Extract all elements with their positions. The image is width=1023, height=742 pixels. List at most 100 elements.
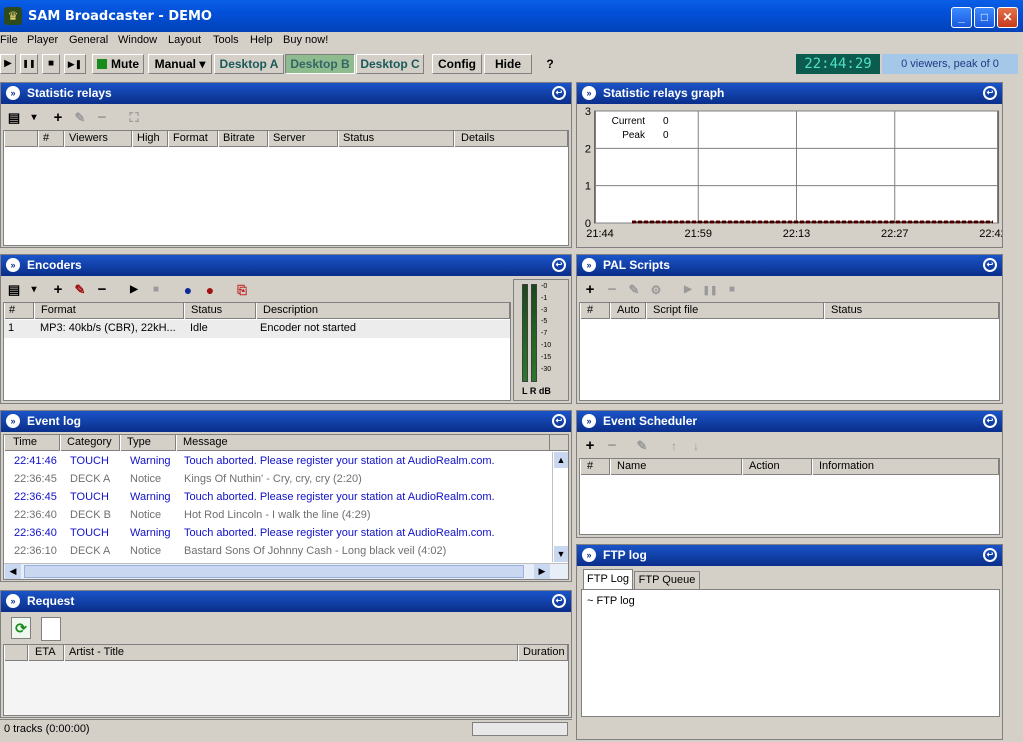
menu-player[interactable]: Player <box>27 34 58 46</box>
start-icon[interactable]: ▶ <box>679 281 697 299</box>
undock-icon[interactable]: ↩ <box>552 258 566 272</box>
export-icon[interactable]: ⎘ <box>233 281 251 299</box>
desktop-b-button[interactable]: Desktop B <box>285 54 355 74</box>
col-duration[interactable]: Duration <box>518 645 568 661</box>
col-high[interactable]: High <box>132 131 168 147</box>
col-status[interactable]: Status <box>824 303 999 319</box>
config-button[interactable]: Config <box>432 54 482 74</box>
remove-icon[interactable]: − <box>93 109 111 127</box>
collapse-icon[interactable]: » <box>6 594 20 608</box>
col-category[interactable]: Category <box>60 435 120 451</box>
stop-icon[interactable]: ■ <box>723 281 741 299</box>
scroll-left-icon[interactable]: ◀ <box>5 564 21 579</box>
table-row[interactable]: 22:36:40 TOUCH Warning Touch aborted. Pleas… <box>4 525 550 543</box>
scroll-right-icon[interactable]: ▶ <box>534 564 550 579</box>
col-information[interactable]: Information <box>812 459 999 475</box>
scroll-thumb[interactable] <box>24 565 524 578</box>
col-num[interactable]: # <box>580 459 610 475</box>
col-action[interactable]: Action <box>742 459 812 475</box>
col-details[interactable]: Details <box>454 131 568 147</box>
menu-buy-now[interactable]: Buy now! <box>283 34 328 46</box>
chevron-down-icon[interactable]: ▾ <box>25 109 43 127</box>
table-row[interactable]: 22:41:46 TOUCH Warning Touch aborted. Pleas… <box>4 453 550 471</box>
mode-dropdown[interactable]: Manual ▾ <box>148 54 212 74</box>
col-status[interactable]: Status <box>184 303 256 319</box>
undock-icon[interactable]: ↩ <box>983 86 997 100</box>
col-status[interactable]: Status <box>338 131 454 147</box>
table-row[interactable]: 1 MP3: 40kb/s (CBR), 22kH... Idle Encode… <box>4 320 510 338</box>
table-row[interactable]: 22:36:45 TOUCH Warning Touch aborted. Pleas… <box>4 489 550 507</box>
add-icon[interactable]: + <box>49 109 67 127</box>
col-name[interactable]: Name <box>610 459 742 475</box>
edit-icon[interactable]: ✎ <box>625 281 643 299</box>
undock-icon[interactable]: ↩ <box>983 258 997 272</box>
col-num[interactable]: # <box>38 131 64 147</box>
tab-ftp-queue[interactable]: FTP Queue <box>634 571 700 589</box>
desktop-a-button[interactable]: Desktop A <box>214 54 284 74</box>
minimize-button[interactable]: _ <box>951 7 972 28</box>
add-icon[interactable]: + <box>581 281 599 299</box>
next-button[interactable]: ▶❚ <box>64 54 86 74</box>
col-description[interactable]: Description <box>256 303 510 319</box>
undock-icon[interactable]: ↩ <box>552 86 566 100</box>
refresh-icon[interactable]: ⟳ <box>11 617 31 639</box>
mute-button[interactable]: Mute <box>92 54 144 74</box>
table-row[interactable]: 22:36:45 DECK A Notice Kings Of Nuthin' - C… <box>4 471 550 489</box>
col-num[interactable]: # <box>4 303 34 319</box>
col-viewers[interactable]: Viewers <box>64 131 132 147</box>
menu-window[interactable]: Window <box>118 34 157 46</box>
start-icon[interactable]: ▶ <box>125 281 143 299</box>
col-format[interactable]: Format <box>34 303 184 319</box>
help-button[interactable]: ? <box>540 54 560 74</box>
horizontal-scrollbar[interactable]: ◀ ▶ <box>4 563 568 579</box>
collapse-icon[interactable]: » <box>582 86 596 100</box>
close-button[interactable]: ✕ <box>997 7 1018 28</box>
edit-icon[interactable]: ✎ <box>71 109 89 127</box>
col-script-file[interactable]: Script file <box>646 303 824 319</box>
stop-icon[interactable]: ■ <box>147 281 165 299</box>
remove-icon[interactable]: − <box>603 437 621 455</box>
col-num[interactable]: # <box>580 303 610 319</box>
add-icon[interactable]: + <box>49 281 67 299</box>
tab-ftp-log[interactable]: FTP Log <box>583 569 633 589</box>
menu-general[interactable]: General <box>69 34 108 46</box>
chevron-down-icon[interactable]: ▾ <box>25 281 43 299</box>
edit-icon[interactable]: ✎ <box>633 437 651 455</box>
maximize-button[interactable]: □ <box>974 7 995 28</box>
menu-layout[interactable]: Layout <box>168 34 201 46</box>
col-artist-title[interactable]: Artist - Title <box>64 645 518 661</box>
collapse-icon[interactable]: » <box>6 86 20 100</box>
properties-icon[interactable]: ⚙ <box>647 281 665 299</box>
collapse-icon[interactable]: » <box>582 414 596 428</box>
remove-icon[interactable]: − <box>93 281 111 299</box>
move-down-icon[interactable]: ↓ <box>687 437 705 455</box>
pause-button[interactable]: ❚❚ <box>20 54 38 74</box>
stop-button[interactable]: ■ <box>42 54 60 74</box>
desktop-c-button[interactable]: Desktop C <box>356 54 424 74</box>
record-red-icon[interactable]: ● <box>201 281 219 299</box>
table-row[interactable]: 22:36:40 DECK B Notice Hot Rod Lincoln - I … <box>4 507 550 525</box>
undock-icon[interactable]: ↩ <box>983 548 997 562</box>
table-row[interactable]: 22:36:10 DECK A Notice Bastard Sons Of John… <box>4 543 550 561</box>
col-server[interactable]: Server <box>268 131 338 147</box>
view-icon[interactable]: ▤ <box>5 281 23 299</box>
view-icon[interactable]: ▤ <box>5 109 23 127</box>
vertical-scrollbar[interactable]: ▲ ▼ <box>552 452 568 562</box>
move-up-icon[interactable]: ↑ <box>665 437 683 455</box>
play-button[interactable]: ▶ <box>0 54 16 74</box>
col-type[interactable]: Type <box>120 435 176 451</box>
hide-button[interactable]: Hide <box>484 54 532 74</box>
scroll-up-icon[interactable]: ▲ <box>554 452 568 468</box>
col-time[interactable]: Time <box>4 435 60 451</box>
collapse-icon[interactable]: » <box>6 258 20 272</box>
undock-icon[interactable]: ↩ <box>552 414 566 428</box>
col-message[interactable]: Message <box>176 435 550 451</box>
collapse-icon[interactable]: » <box>582 258 596 272</box>
menu-tools[interactable]: Tools <box>213 34 239 46</box>
col-format[interactable]: Format <box>168 131 218 147</box>
menu-help[interactable]: Help <box>250 34 273 46</box>
col-eta[interactable]: ETA <box>28 645 64 661</box>
collapse-icon[interactable]: » <box>6 414 20 428</box>
remove-icon[interactable]: − <box>603 281 621 299</box>
collapse-icon[interactable]: » <box>582 548 596 562</box>
